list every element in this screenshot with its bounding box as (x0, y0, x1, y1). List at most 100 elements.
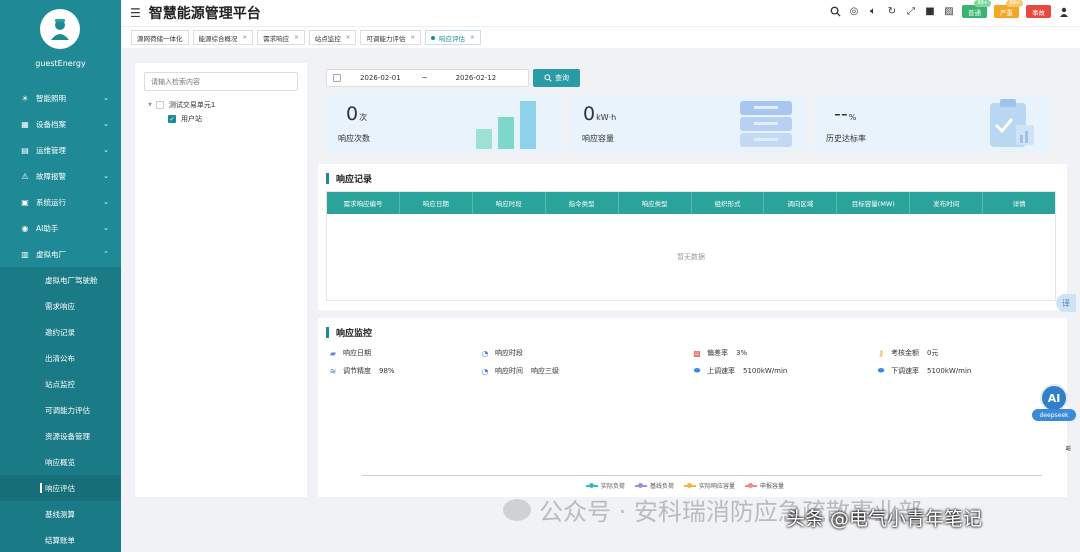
sidebar-sub-overview[interactable]: 响应概览 (0, 449, 121, 475)
tab-demand-response[interactable]: 需求响应 ✕ (257, 30, 305, 45)
alert-severe-button[interactable]: 严重 99+ (994, 0, 1023, 18)
ai-assistant-button[interactable]: AI deepseek (1032, 384, 1076, 424)
header: ☰ 智慧能源管理平台 ◎ 🔈︎ ↻ ⤢ ■ ▨ 普通 99+ 严重 99+ 事故 (121, 0, 1080, 26)
sidebar-sub-resources[interactable]: 资源设备管理 (0, 423, 121, 449)
tree-node-child[interactable]: ✓ 用户站 (168, 114, 202, 124)
field-label: 调节精度 (343, 367, 371, 375)
column-header[interactable]: 目标容量(MW) (837, 192, 911, 214)
legend-item[interactable]: 实际响应容量 (684, 481, 735, 490)
tab-evaluation[interactable]: 响应评估 ✕ (424, 30, 481, 45)
caret-down-icon[interactable]: ▼ (148, 102, 152, 108)
legend-label: 申报容量 (760, 483, 785, 490)
grid-icon: ▦ (21, 119, 29, 129)
date-from[interactable]: 2026-02-01 (360, 74, 401, 82)
monitor-field-response-time: ◔ 响应时间 响应三级 (480, 366, 560, 376)
search-icon (544, 74, 552, 82)
sidebar-item-lighting[interactable]: ☀ 智能照明 ⌄ (0, 85, 121, 111)
sidebar-item-alarm[interactable]: ⚠ 故障报警 ⌄ (0, 163, 121, 189)
sidebar-sub-demand-response[interactable]: 需求响应 (0, 293, 121, 319)
sidebar-sub-baseline[interactable]: 基线测算 (0, 501, 121, 527)
date-to[interactable]: 2026-02-12 (456, 74, 497, 82)
alert-normal-button[interactable]: 普通 99+ (962, 0, 991, 18)
sidebar-sub-station-monitor[interactable]: 站点监控 (0, 371, 121, 397)
column-header[interactable]: 响应类型 (619, 192, 692, 214)
sliders-icon[interactable]: ⚟ (1065, 444, 1072, 453)
sidebar-sub-vpp-cockpit[interactable]: 虚拟电厂驾驶舱 (0, 267, 121, 293)
watermark-toutiao: 头条 @电气小青年笔记 (786, 508, 983, 530)
tree-node-root[interactable]: ▼ 测试交易单元1 (148, 100, 215, 110)
help-circle-icon[interactable]: ◎ (848, 6, 860, 18)
sidebar-sub-clearing[interactable]: 出清公布 (0, 345, 121, 371)
ai-icon: ◉ (21, 223, 29, 233)
column-header[interactable]: 响应时段 (473, 192, 546, 214)
alarm-icon: ⚠ (21, 171, 29, 181)
tab-energy-overview[interactable]: 能源综合概况 ✕ (192, 30, 254, 45)
chart-x-axis (362, 475, 1042, 476)
stat-number: 0 (583, 103, 596, 125)
speaker-icon[interactable]: 🔈︎ (867, 6, 879, 18)
legend-item[interactable]: 实际负荷 (586, 481, 625, 490)
tab-label: 源网荷储一体化 (137, 34, 183, 43)
refresh-icon[interactable]: ↻ (886, 6, 898, 18)
column-header[interactable]: 响应日期 (400, 192, 473, 214)
sidebar-item-device-archive[interactable]: ▦ 设备档案 ⌄ (0, 111, 121, 137)
avatar[interactable] (40, 9, 80, 49)
tab-label: 站点监控 (314, 34, 341, 43)
search-icon[interactable] (829, 6, 841, 18)
close-icon[interactable]: ✕ (243, 35, 248, 41)
legend-item[interactable]: 基线负荷 (635, 481, 674, 490)
tab-label: 可调能力评估 (366, 34, 406, 43)
column-header[interactable]: 调向区域 (764, 192, 838, 214)
user-icon[interactable] (1058, 6, 1070, 18)
close-icon[interactable]: ✕ (410, 35, 415, 41)
sidebar-sub-invitations[interactable]: 邀约记录 (0, 319, 121, 345)
date-range-picker[interactable]: 2026-02-01 ~ 2026-02-12 (326, 69, 529, 87)
sidebar-item-ai[interactable]: ◉ AI助手 ⌄ (0, 215, 121, 241)
field-label: 上调速率 (707, 367, 735, 375)
query-button[interactable]: 查询 (533, 69, 580, 87)
chart-legend: 实际负荷 基线负荷 实际响应容量 申报容量 (586, 481, 784, 490)
chevron-down-icon: ⌄ (103, 198, 109, 206)
tab-station-monitor[interactable]: 站点监控 ✕ (308, 30, 357, 45)
sidebar-sub-evaluation[interactable]: 响应评估 (0, 475, 121, 501)
fullscreen-icon[interactable]: ⤢ (905, 6, 917, 18)
stat-value: 0次 (346, 103, 367, 125)
alert-accident-button[interactable]: 事故 (1026, 5, 1051, 18)
response-monitor-section: 响应监控 ▰ 响应日期 ◔ 响应时段 ▩ 偏差率 3% ⚷ 考核金额 0元 ≋ 调节精度 98%… (318, 318, 1067, 497)
tree-search-input[interactable] (144, 72, 298, 91)
legend-label: 实际负荷 (601, 483, 626, 490)
sidebar-item-ops[interactable]: ▤ 运维管理 ⌄ (0, 137, 121, 163)
close-icon[interactable]: ✕ (294, 35, 299, 41)
alert-severe-label: 严重 (1000, 8, 1013, 17)
translate-icon[interactable]: ▨ (943, 6, 955, 18)
stat-number: -- (834, 103, 848, 125)
legend-item[interactable]: 申报容量 (745, 481, 784, 490)
stat-value: --% (834, 103, 856, 125)
legend-swatch (745, 482, 758, 488)
field-value: 0元 (927, 349, 939, 357)
tree-checkbox[interactable] (155, 101, 164, 109)
shirt-icon[interactable]: ■ (924, 6, 936, 18)
column-header[interactable]: 发布时间 (910, 192, 984, 214)
column-header[interactable]: 详情 (983, 192, 1055, 214)
column-header[interactable]: 需求响应编号 (327, 192, 400, 214)
building-icon: ▥ (21, 249, 29, 259)
sidebar-sub-settlement[interactable]: 结算账单 (0, 527, 121, 552)
sidebar-item-system[interactable]: ▣ 系统运行 ⌄ (0, 189, 121, 215)
tab-source-grid[interactable]: 源网荷储一体化 (131, 30, 189, 45)
alert-accident-label: 事故 (1032, 8, 1045, 17)
sidebar-item-vpp[interactable]: ▥ 虚拟电厂 ⌃ (0, 241, 121, 267)
stat-card-response-capacity: 0kW·h 响应容量 (570, 95, 806, 152)
translate-float-button[interactable]: 译 (1056, 294, 1076, 312)
tree-checkbox-checked[interactable]: ✓ (168, 115, 176, 123)
sidebar-sub-capability[interactable]: 可调能力评估 (0, 397, 121, 423)
stat-card-response-count: 0次 响应次数 (326, 95, 562, 152)
close-icon[interactable]: ✕ (346, 35, 351, 41)
tab-capability[interactable]: 可调能力评估 ✕ (360, 30, 421, 45)
close-icon[interactable]: ✕ (470, 35, 475, 41)
hamburger-menu-icon[interactable]: ☰ (130, 6, 141, 20)
stat-number: 0 (346, 103, 359, 125)
key-icon: ⚷ (878, 348, 884, 358)
column-header[interactable]: 指令类型 (546, 192, 619, 214)
column-header[interactable]: 组织形式 (692, 192, 765, 214)
